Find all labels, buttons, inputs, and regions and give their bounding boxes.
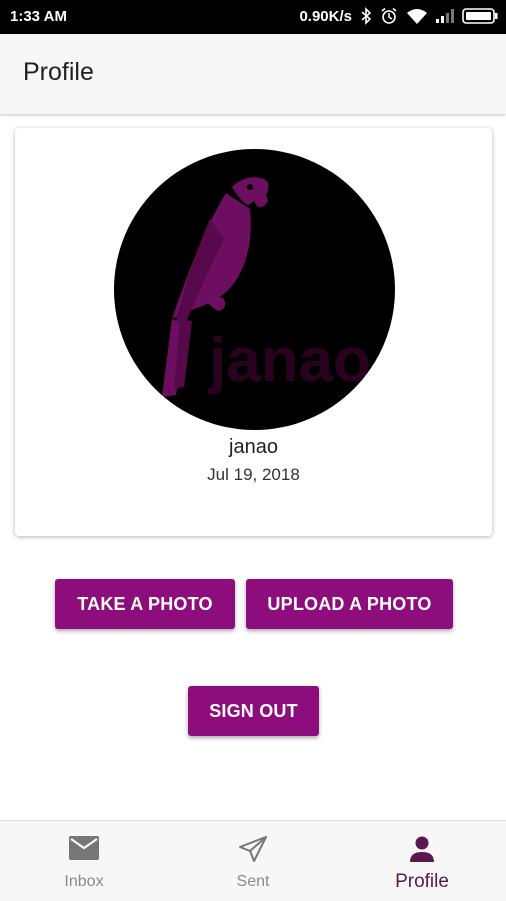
app-bar: Profile xyxy=(0,34,506,114)
person-icon xyxy=(408,835,436,868)
network-speed: 0.90K/s xyxy=(299,7,352,25)
nav-label-profile: Profile xyxy=(395,871,449,892)
nav-item-sent[interactable]: Sent xyxy=(169,821,337,901)
status-time: 1:33 AM xyxy=(10,8,67,25)
mail-icon xyxy=(68,835,100,866)
nav-label-inbox: Inbox xyxy=(64,873,104,890)
avatar-logo-text: janao xyxy=(208,326,371,395)
nav-label-sent: Sent xyxy=(236,873,270,890)
alarm-icon xyxy=(380,7,398,25)
nav-item-profile[interactable]: Profile xyxy=(338,821,506,901)
sign-out-button[interactable]: SIGN OUT xyxy=(188,686,319,736)
send-icon xyxy=(238,835,268,868)
join-date: Jul 19, 2018 xyxy=(207,465,300,484)
avatar[interactable]: janao xyxy=(114,149,395,430)
parrot-logo: janao xyxy=(162,177,371,397)
upload-photo-button[interactable]: UPLOAD A PHOTO xyxy=(246,579,453,629)
take-photo-button[interactable]: TAKE A PHOTO xyxy=(55,579,235,629)
signal-icon xyxy=(436,9,454,23)
username: janao xyxy=(229,436,278,458)
status-icons: 0.90K/s xyxy=(299,7,498,25)
wifi-icon xyxy=(406,8,428,24)
bluetooth-icon xyxy=(360,7,372,25)
battery-icon xyxy=(462,8,498,24)
bottom-nav: Inbox Sent Profile xyxy=(0,820,506,901)
status-bar: 1:33 AM 0.90K/s xyxy=(0,0,506,34)
profile-card: janao janao Jul 19, 2018 xyxy=(15,128,492,536)
nav-item-inbox[interactable]: Inbox xyxy=(0,821,168,901)
page-title: Profile xyxy=(23,58,94,86)
